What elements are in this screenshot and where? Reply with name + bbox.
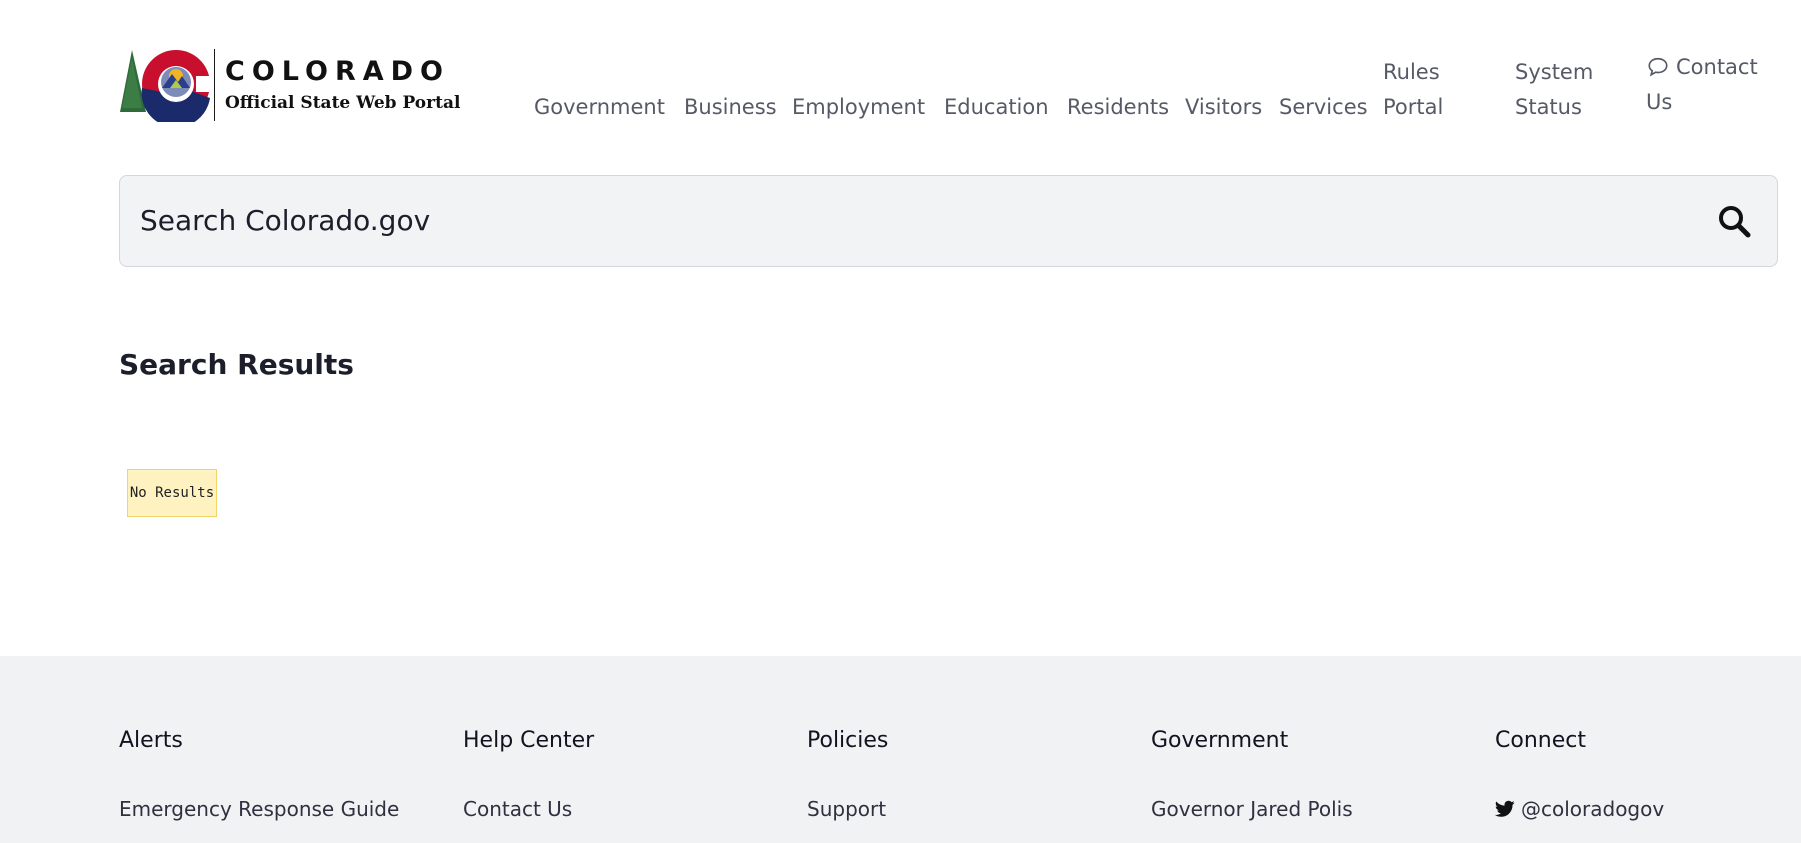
footer-col-connect: Connect @coloradogov: [1495, 728, 1664, 821]
logo-divider: [214, 49, 215, 121]
svg-text:™: ™: [196, 115, 202, 122]
no-results-notice: No Results: [127, 469, 217, 517]
nav-system-status[interactable]: System Status: [1515, 55, 1615, 125]
logo-subtitle: Official State Web Portal: [225, 93, 461, 113]
colorado-c-logo-icon: ™: [120, 50, 210, 122]
nav-services[interactable]: Services: [1279, 90, 1368, 125]
footer-link-contact-us[interactable]: Contact Us: [463, 797, 594, 821]
speech-bubble-icon: [1648, 57, 1668, 77]
nav-education[interactable]: Education: [944, 90, 1049, 125]
footer-heading-alerts: Alerts: [119, 728, 183, 753]
nav-business[interactable]: Business: [684, 90, 777, 125]
search-placeholder: Search Colorado.gov: [140, 204, 431, 237]
nav-contact-us[interactable]: Contact Us: [1646, 50, 1776, 120]
footer-heading-government: Government: [1151, 728, 1289, 753]
footer-link-emergency-response-guide[interactable]: Emergency Response Guide: [119, 797, 399, 821]
nav-government[interactable]: Government: [534, 90, 665, 125]
footer-heading-policies: Policies: [807, 728, 889, 753]
site-header: ™ COLORADO Official State Web Portal Gov…: [0, 0, 1801, 150]
footer-col-government: Government Governor Jared Polis: [1151, 728, 1353, 821]
footer-link-governor[interactable]: Governor Jared Polis: [1151, 797, 1353, 821]
results-heading: Search Results: [119, 348, 354, 381]
twitter-handle: @coloradogov: [1521, 797, 1665, 821]
twitter-icon: [1495, 800, 1515, 817]
footer-link-support[interactable]: Support: [807, 797, 888, 821]
nav-employment[interactable]: Employment: [792, 90, 925, 125]
logo-title: COLORADO: [225, 56, 451, 87]
footer-col-alerts: Alerts Emergency Response Guide: [119, 728, 399, 821]
footer-link-twitter[interactable]: @coloradogov: [1495, 797, 1664, 821]
footer-col-policies: Policies Support: [807, 728, 888, 821]
search-icon[interactable]: [1717, 204, 1751, 238]
footer-heading-help-center: Help Center: [463, 728, 595, 753]
nav-rules-portal[interactable]: Rules Portal: [1383, 55, 1473, 125]
footer-heading-connect: Connect: [1495, 728, 1586, 753]
colorado-logo[interactable]: ™ COLORADO Official State Web Portal: [118, 48, 468, 122]
nav-visitors[interactable]: Visitors: [1185, 90, 1262, 125]
search-input[interactable]: Search Colorado.gov: [119, 175, 1778, 267]
footer-col-help-center: Help Center Contact Us: [463, 728, 594, 821]
site-footer: Alerts Emergency Response Guide Help Cen…: [0, 656, 1801, 843]
nav-residents[interactable]: Residents: [1067, 90, 1169, 125]
logo-text: COLORADO Official State Web Portal: [225, 56, 461, 114]
